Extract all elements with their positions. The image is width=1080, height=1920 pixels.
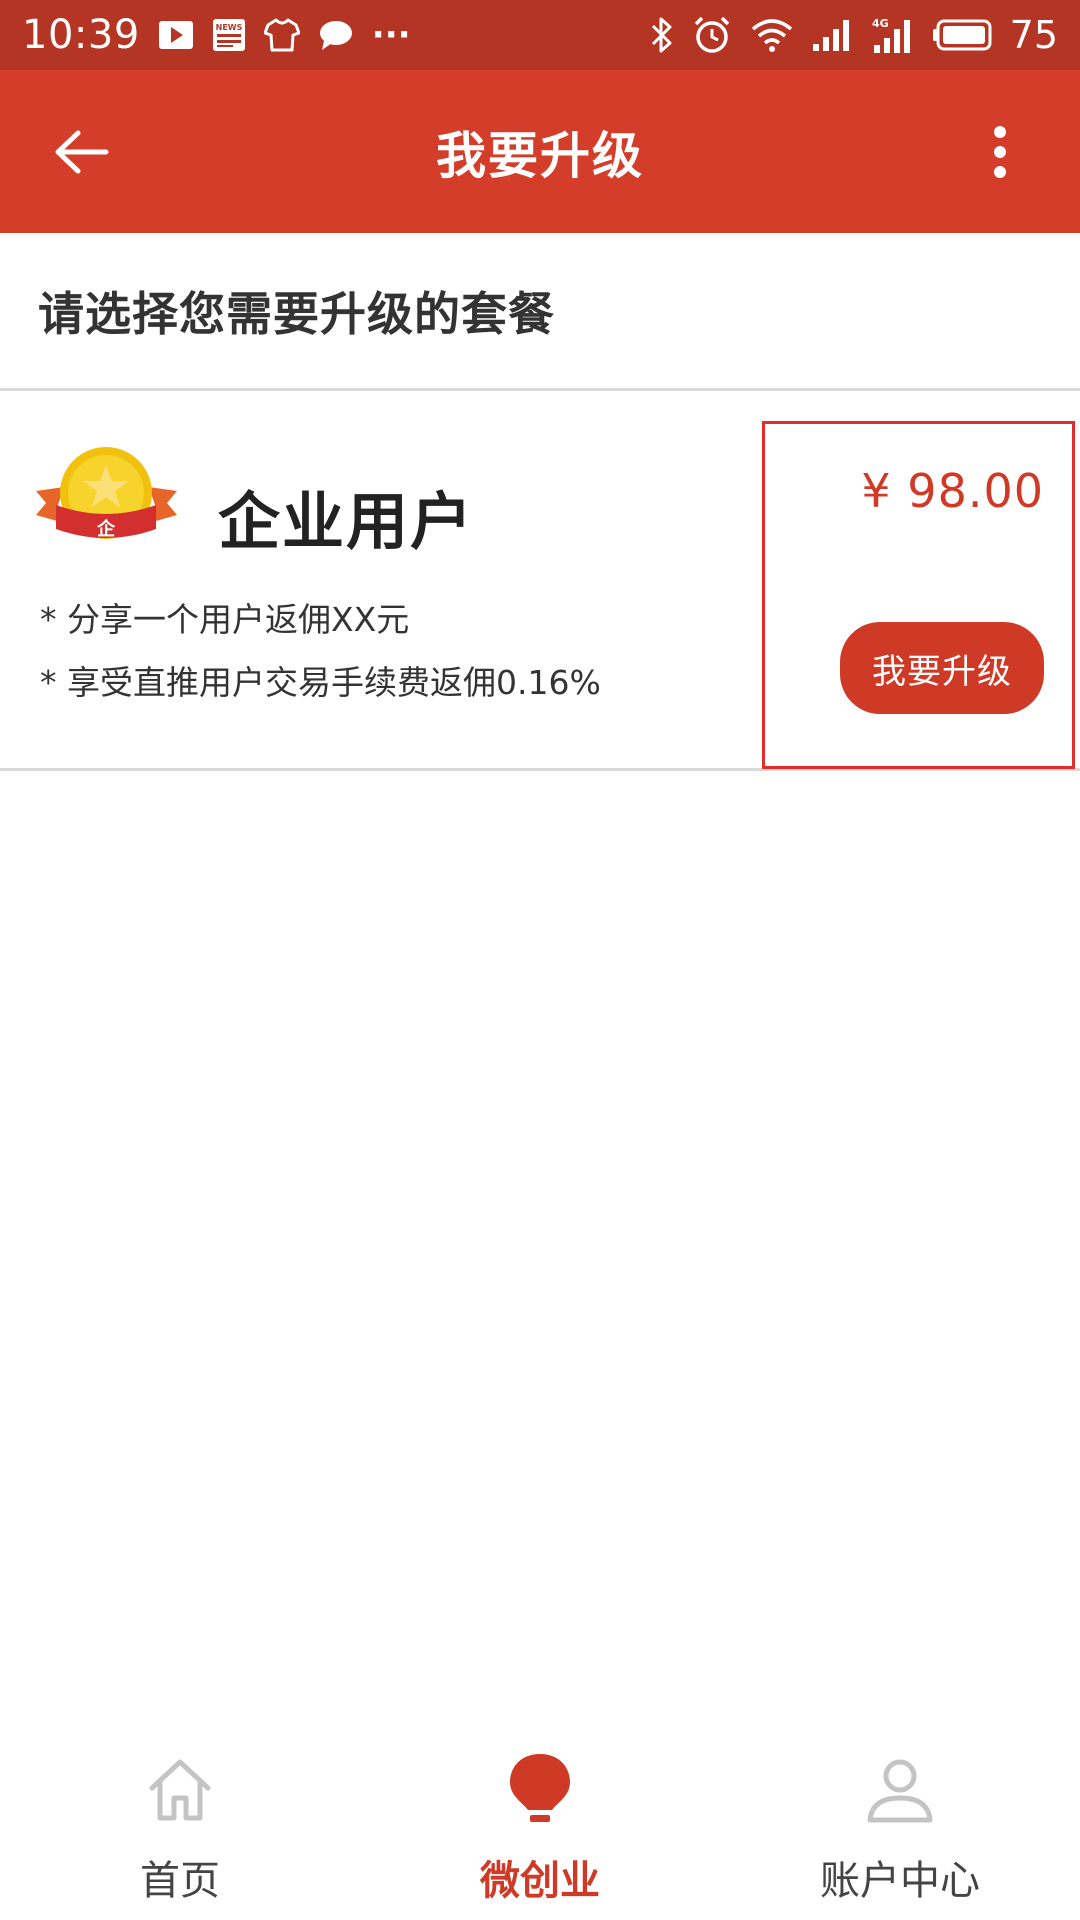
nav-item-account[interactable]: 账户中心 <box>720 1710 1080 1920</box>
nav-label-account: 账户中心 <box>820 1858 980 1904</box>
medal-char: 企 <box>96 518 116 540</box>
app-bar: 我要升级 <box>0 70 1080 233</box>
alarm-icon <box>692 15 732 55</box>
network-type-text: 4G <box>872 17 889 30</box>
status-time: 10:39 <box>22 12 140 58</box>
signal-4g-icon: 4G <box>870 16 914 54</box>
chat-bubble-icon <box>318 19 354 51</box>
news-app-icon: NEWS <box>212 18 246 52</box>
plan-name: 企业用户 <box>218 485 475 558</box>
bottom-nav: 首页 微创业 账户中心 <box>0 1710 1080 1920</box>
enterprise-medal-icon: 企 <box>34 443 179 553</box>
more-options-button[interactable] <box>980 112 1020 192</box>
bluetooth-icon <box>650 16 674 54</box>
status-bar: 10:39 NEWS ··· 4G 75 <box>0 0 1080 70</box>
arrow-left-icon <box>55 130 109 173</box>
page-title: 我要升级 <box>436 126 644 185</box>
plan-action-highlight: ¥ 98.00 我要升级 <box>762 421 1075 769</box>
plan-benefit: * 分享一个用户返佣XX元 <box>40 600 410 639</box>
home-icon <box>140 1750 220 1830</box>
battery-icon <box>932 19 992 51</box>
status-right: 4G 75 <box>650 13 1058 57</box>
section-title: 请选择您需要升级的套餐 <box>38 286 555 341</box>
plan-benefit: * 享受直推用户交易手续费返佣0.16% <box>40 663 601 702</box>
more-vertical-icon <box>994 125 1006 178</box>
plan-card: 企 企业用户 * 分享一个用户返佣XX元 * 享受直推用户交易手续费返佣0.16… <box>0 393 1080 771</box>
plan-price: ¥ 98.00 <box>861 464 1044 518</box>
wifi-icon <box>750 17 794 53</box>
video-app-icon <box>158 19 194 51</box>
user-icon <box>860 1750 940 1830</box>
news-badge-text: NEWS <box>215 23 242 32</box>
lightbulb-icon <box>500 1750 580 1830</box>
nav-item-micro-business[interactable]: 微创业 <box>360 1710 720 1920</box>
back-button[interactable] <box>52 122 112 182</box>
status-left: 10:39 NEWS ··· <box>22 12 411 58</box>
upgrade-button[interactable]: 我要升级 <box>840 622 1044 714</box>
more-notifications-icon: ··· <box>371 15 411 55</box>
nav-label-micro-business: 微创业 <box>480 1858 600 1904</box>
signal-icon <box>812 18 852 52</box>
nav-label-home: 首页 <box>140 1858 220 1904</box>
shirt-icon <box>263 18 300 52</box>
nav-item-home[interactable]: 首页 <box>0 1710 360 1920</box>
section-header: 请选择您需要升级的套餐 <box>0 233 1080 391</box>
battery-level: 75 <box>1009 13 1058 57</box>
